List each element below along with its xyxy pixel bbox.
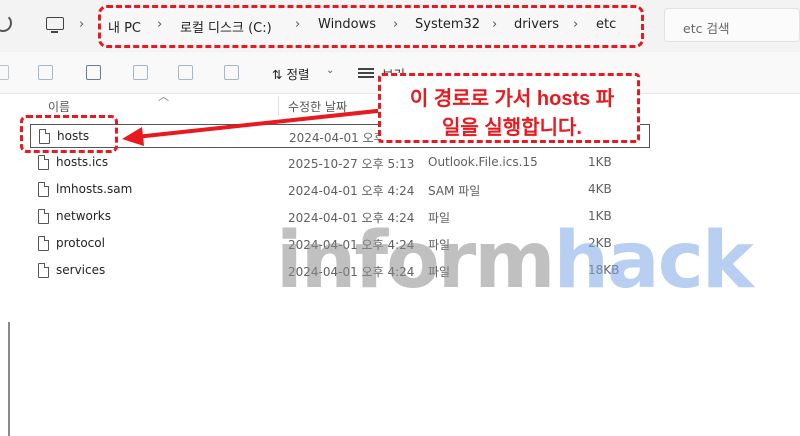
callout-line-1: 이 경로로 가서 hosts 파: [409, 88, 615, 110]
annotation-callout: 이 경로로 가서 hosts 파 일을 실행합니다.: [378, 73, 640, 143]
annotation-arrow: [122, 108, 388, 146]
callout-line-2: 일을 실행합니다.: [442, 117, 582, 139]
